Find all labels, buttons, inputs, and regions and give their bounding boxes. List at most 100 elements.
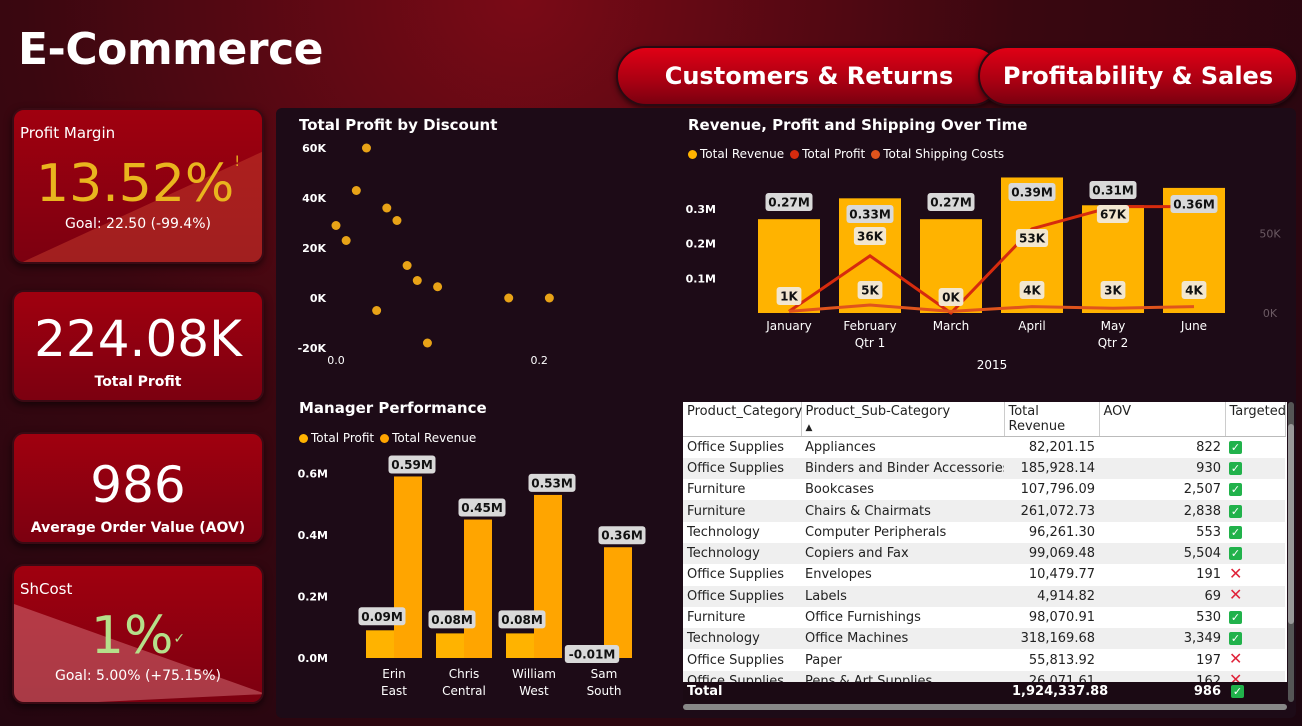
legend-item-total-revenue[interactable]: Total Revenue bbox=[688, 147, 784, 161]
scatter-point bbox=[504, 293, 514, 303]
check-icon: ✓ bbox=[1229, 461, 1242, 475]
profit-data-label: 0K bbox=[942, 291, 960, 305]
cell-targeted: ✓ bbox=[1225, 628, 1285, 650]
y2-tick-label: 0K bbox=[1263, 307, 1278, 320]
cell-category: Technology bbox=[683, 542, 801, 565]
kpi-card-shcost[interactable]: ShCost 1%✓ Goal: 5.00% (+75.15%) bbox=[12, 564, 264, 704]
revenue-data-label: 0.31M bbox=[1092, 184, 1134, 198]
table-row[interactable]: Furniture Bookcases 107,796.09 2,507 ✓ bbox=[683, 479, 1285, 500]
profit-bar bbox=[366, 630, 394, 658]
kpi-profit-margin-number: 13.52% bbox=[36, 154, 235, 214]
cell-targeted: ✕ bbox=[1225, 649, 1285, 670]
scrollbar-thumb[interactable] bbox=[1288, 424, 1294, 624]
legend-label: Total Revenue bbox=[700, 147, 785, 161]
legend-item-total-profit[interactable]: Total Profit bbox=[299, 431, 374, 445]
combo-title: Revenue, Profit and Shipping Over Time bbox=[688, 116, 1028, 134]
legend-dot-icon bbox=[790, 150, 800, 159]
revenue-data-label: 0.33M bbox=[849, 208, 891, 222]
revenue-data-label: 0.39M bbox=[1011, 186, 1053, 200]
kpi-card-total-profit[interactable]: 224.08K Total Profit bbox=[12, 290, 264, 402]
table-row[interactable]: Technology Computer Peripherals 96,261.30 5… bbox=[683, 522, 1285, 543]
manager-chart[interactable]: 0.6M 0.4M 0.2M 0.0M 0.59M 0.09M Erin East 0.45M 0… bbox=[290, 450, 670, 706]
table-row[interactable]: Office Supplies Envelopes 10,479.77 191 ✕ bbox=[683, 564, 1285, 585]
sort-ascending-icon: ▲ bbox=[805, 423, 813, 433]
cell-subcategory: Office Furnishings bbox=[805, 610, 921, 626]
kpi-card-profit-margin[interactable]: Profit Margin 13.52%! Goal: 22.50 (-99.4… bbox=[12, 108, 264, 264]
cell-subcategory: Chairs & Chairmats bbox=[801, 500, 1004, 522]
table-row[interactable]: Technology Office Machines 318,169.68 3,349… bbox=[683, 628, 1285, 650]
table-header-row: Product_Category Product_Sub-Category ▲ T… bbox=[683, 402, 1286, 437]
x-tick-label: January bbox=[765, 319, 812, 333]
product-table[interactable]: Product_Category Product_Sub-Category ▲ T… bbox=[683, 402, 1287, 702]
revenue-bar bbox=[394, 476, 422, 658]
revenue-bar bbox=[604, 547, 632, 658]
cell-aov: 822 bbox=[1196, 439, 1221, 455]
kpi-shcost-number: 1% bbox=[90, 606, 174, 666]
table-row[interactable]: Office Supplies Labels 4,914.82 69 ✕ bbox=[683, 585, 1285, 607]
cell-category: Office Supplies bbox=[687, 652, 785, 668]
column-header-subcategory[interactable]: Product_Sub-Category ▲ bbox=[801, 402, 1005, 437]
column-header-targeted[interactable]: Targeted bbox=[1225, 402, 1286, 437]
cell-targeted: ✓ bbox=[1225, 542, 1285, 565]
legend-item-total-profit[interactable]: Total Profit bbox=[790, 147, 865, 161]
y-tick-label: 0.3M bbox=[686, 203, 716, 216]
table-horizontal-scrollbar[interactable] bbox=[683, 704, 1287, 710]
x-axis-year-label: 2015 bbox=[977, 358, 1008, 372]
cell-subcategory: Appliances bbox=[805, 439, 876, 455]
x-group-label: Qtr 1 bbox=[855, 336, 886, 350]
cell-category: Office Supplies bbox=[683, 585, 801, 607]
x-subtick-label: Central bbox=[442, 684, 486, 698]
kpi-profit-margin-goal: Goal: 22.50 (-99.4%) bbox=[64, 216, 212, 232]
table-row[interactable]: Office Supplies Appliances 82,201.15 822 ✓ bbox=[683, 437, 1285, 458]
revenue-data-label: 0.59M bbox=[391, 458, 433, 472]
legend-item-total-shipping[interactable]: Total Shipping Costs bbox=[871, 147, 1004, 161]
cell-targeted: ✓ bbox=[1225, 522, 1285, 543]
cell-aov: 191 bbox=[1196, 567, 1221, 583]
profit-data-label: -0.01M bbox=[569, 648, 616, 662]
cell-category: Technology bbox=[683, 628, 801, 650]
cell-category: Office Supplies bbox=[687, 439, 785, 455]
y-tick-label: 60K bbox=[302, 142, 326, 155]
column-header-aov[interactable]: AOV bbox=[1099, 402, 1226, 437]
cell-category: Office Supplies bbox=[683, 457, 801, 480]
column-header-revenue[interactable]: Total Revenue bbox=[1004, 402, 1100, 437]
column-header-category[interactable]: Product_Category bbox=[683, 402, 802, 437]
nav-customers-returns-label: Customers & Returns bbox=[664, 62, 954, 90]
cell-revenue: 4,914.82 bbox=[1004, 585, 1099, 607]
cell-revenue: 96,261.30 bbox=[1028, 524, 1095, 540]
x-tick-label: Erin bbox=[382, 667, 405, 681]
table-row[interactable]: Furniture Chairs & Chairmats 261,072.73 2,8… bbox=[683, 500, 1285, 522]
nav-customers-returns-button[interactable]: Customers & Returns bbox=[616, 46, 1002, 106]
cell-category: Furniture bbox=[683, 500, 801, 522]
check-icon: ✓ bbox=[1229, 504, 1242, 518]
scatter-point bbox=[544, 293, 554, 303]
kpi-card-aov[interactable]: 986 Average Order Value (AOV) bbox=[12, 432, 264, 544]
kpi-aov-label: Average Order Value (AOV) bbox=[30, 520, 246, 536]
nav-profitability-sales-button[interactable]: Profitability & Sales bbox=[978, 46, 1298, 106]
table-row[interactable]: Office Supplies Paper 55,813.92 197 ✕ bbox=[683, 649, 1285, 670]
x-tick-label: Chris bbox=[449, 667, 480, 681]
cell-subcategory: Paper bbox=[805, 652, 842, 668]
x-tick-label: May bbox=[1101, 319, 1126, 333]
legend-dot-icon bbox=[299, 434, 308, 443]
profit-bar bbox=[506, 633, 534, 658]
cell-aov: 553 bbox=[1196, 524, 1221, 540]
legend-dot-icon bbox=[688, 150, 697, 159]
kpi-shcost-value: 1%✓ bbox=[14, 606, 262, 666]
scatter-point bbox=[372, 306, 382, 315]
total-label: Total bbox=[687, 684, 723, 699]
legend-dot-icon bbox=[380, 434, 390, 443]
table-row[interactable]: Furniture Office Furnishings 98,070.91 530 ✓ bbox=[683, 607, 1285, 628]
combo-chart[interactable]: 0.3M 0.2M 0.1M 50K 0K 0.27M 0.33M 0.27M 0.39M 0.3… bbox=[680, 166, 1292, 382]
table-vertical-scrollbar[interactable] bbox=[1288, 402, 1294, 702]
check-icon: ✓ bbox=[1229, 483, 1242, 497]
y2-tick-label: 50K bbox=[1259, 228, 1281, 241]
x-tick-label: William bbox=[512, 667, 556, 681]
y-tick-label: 0.0M bbox=[298, 652, 328, 665]
table-row[interactable]: Office Supplies Binders and Binder Access… bbox=[683, 457, 1285, 480]
kpi-total-profit-value: 224.08K bbox=[34, 310, 242, 368]
scatter-chart[interactable]: 60K 40K 20K 0K -20K0.0 0.2 bbox=[290, 136, 650, 372]
table-row[interactable]: Technology Copiers and Fax 99,069.48 5,504 ✓ bbox=[683, 542, 1285, 565]
cell-category: Technology bbox=[687, 524, 760, 540]
legend-item-total-revenue[interactable]: Total Revenue bbox=[380, 431, 476, 445]
